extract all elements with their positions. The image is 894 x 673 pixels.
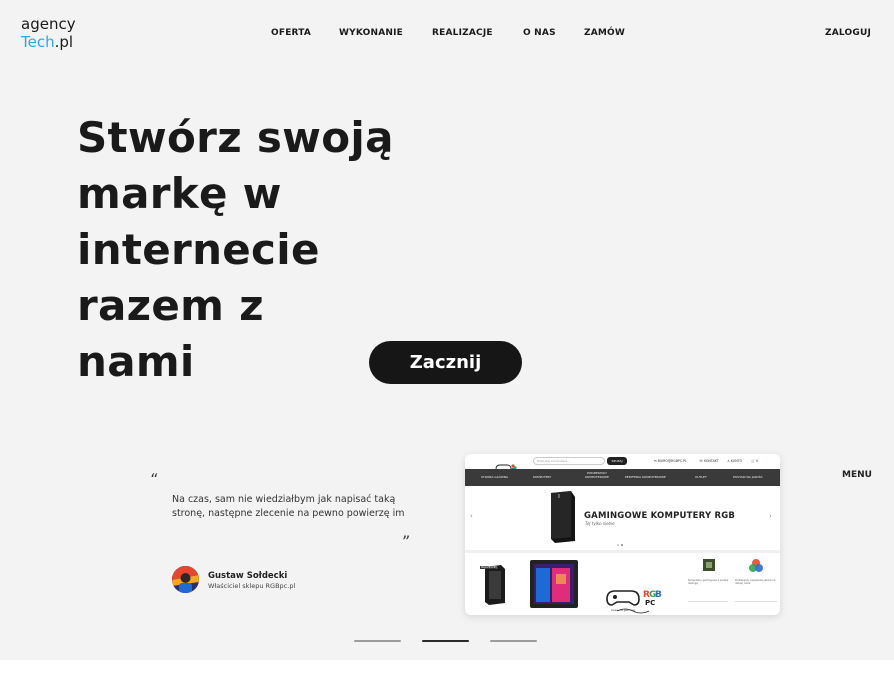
main-nav: OFERTA WYKONANIE REALIZACJE O NAS ZAMÓW … [0, 28, 894, 42]
preview-next-arrow-icon: › [769, 512, 772, 520]
product-pc-rgb-icon [530, 560, 578, 608]
preview-nav-item: PERYFERIA KOMPUTEROWE [625, 475, 666, 479]
hero-title-line: Stwórz swoją [77, 113, 394, 162]
project-preview[interactable]: Poszukaj komputera... SZUKAJ ✉ BIURO@RGB… [465, 454, 780, 615]
preview-badge: NAJCZĘŚCIEJ [480, 566, 498, 569]
preview-nav-item: OUTLET [695, 475, 707, 479]
start-button[interactable]: Zacznij [369, 341, 522, 384]
hero-title-line: nami [77, 337, 195, 386]
preview-divider [465, 550, 780, 553]
hero-title-line: markę w [77, 169, 282, 218]
svg-text:B: B [655, 590, 662, 600]
testimonial-text: Na czas, sam nie wiedziałbym jak napisać… [172, 494, 405, 519]
preview-nav-item: KOMPUTERY [533, 475, 552, 479]
avatar [172, 566, 199, 593]
preview-banner-dots [617, 544, 623, 546]
slider-dot-1[interactable] [354, 640, 401, 642]
nav-item-o-nas[interactable]: O NAS [523, 28, 556, 38]
slider-dot-2[interactable] [422, 640, 469, 642]
preview-topbar: Poszukaj komputera... SZUKAJ ✉ BIURO@RGB… [465, 454, 780, 472]
preview-divider-line [735, 601, 777, 602]
svg-text:PC: PC [645, 599, 655, 607]
nav-item-zamow[interactable]: ZAMÓW [584, 28, 625, 38]
preview-nav-item: PODZESPOŁY KOMPUTEROWE [585, 471, 609, 479]
hero-title: Stwórz swoją markę w internecie razem z … [77, 110, 407, 390]
nav-item-wykonanie[interactable]: WYKONANIE [339, 28, 403, 38]
nav-item-realizacje[interactable]: REALIZACJE [432, 28, 493, 38]
preview-link-cart: 🛒 0 [751, 459, 759, 463]
hero-title-line: internecie [77, 225, 320, 274]
preview-banner-subtitle: Tej tylko siebie [585, 521, 615, 526]
close-quote-mark: ” [402, 532, 411, 551]
preview-prev-arrow-icon: ‹ [470, 512, 473, 520]
preview-search-button: SZUKAJ [607, 457, 627, 465]
preview-link-contact: ☏ KONTAKT [699, 459, 719, 463]
preview-nav-item: POSTAW NA JAKOŚĆ [733, 475, 763, 479]
open-quote-mark: “ [150, 470, 159, 489]
preview-nav: STRONA GŁÓWNA KOMPUTERY PODZESPOŁY KOMPU… [465, 469, 780, 486]
preview-divider-line [688, 601, 728, 602]
preview-side-text: Komputery gamingowe z polską obsługą [688, 579, 728, 585]
login-link[interactable]: ZALOGUJ [825, 28, 871, 38]
page: agency Tech.pl OFERTA WYKONANIE REALIZAC… [0, 0, 894, 660]
author-role: Właściciel sklepu RGBpc.pl [208, 582, 296, 590]
preview-brand-script: Czas na gaming [611, 608, 636, 612]
hero-title-line: razem z [77, 281, 264, 330]
preview-link-email: ✉ BIURO@RGBPC.PL [654, 459, 687, 463]
slider-dot-3[interactable] [490, 640, 537, 642]
menu-button[interactable]: MENU [842, 470, 872, 480]
nav-item-oferta[interactable]: OFERTA [271, 28, 311, 38]
preview-banner-title: GAMINGOWE KOMPUTERY RGB [584, 511, 736, 521]
preview-search-input: Poszukaj komputera... [533, 457, 605, 465]
rgb-circles-icon [749, 559, 763, 572]
preview-side-text: Podzespoły najwyższej jakości w dobrej c… [735, 579, 776, 585]
pc-case-icon [551, 491, 575, 543]
author-name: Gustaw Sołdecki [208, 571, 288, 581]
preview-link-account: ♙ KONTO [727, 459, 743, 463]
cpu-chip-icon [703, 559, 715, 571]
preview-nav-item: STRONA GŁÓWNA [481, 475, 509, 479]
